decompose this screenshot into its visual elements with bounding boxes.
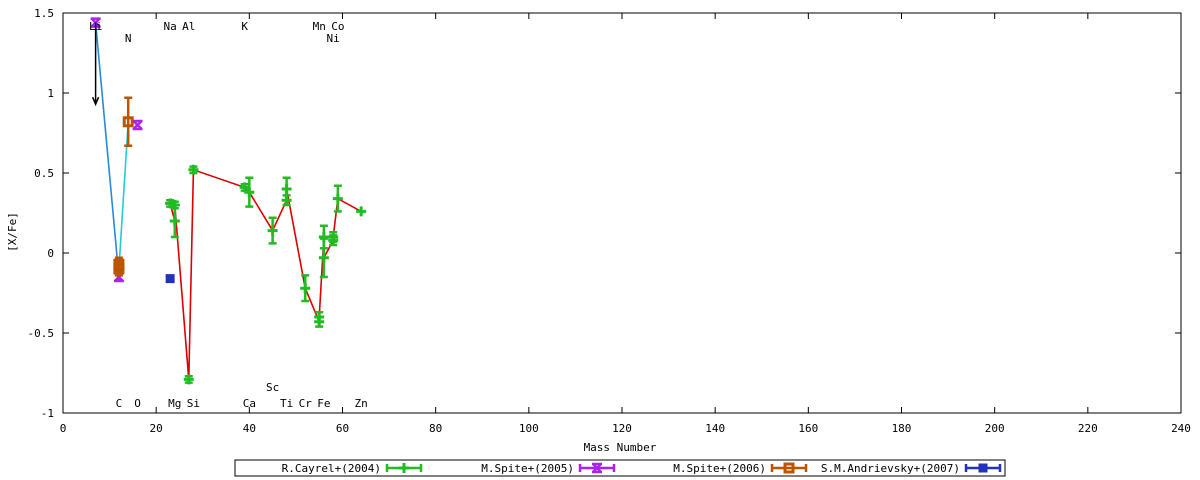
element-label: Si <box>187 397 200 410</box>
element-labels: LiNNa Al K Mn CoNiC O Mg SiScCa Ti Cr Fe Zn <box>89 20 368 410</box>
x-axis-label: Mass Number <box>584 441 657 454</box>
x-tick-label: 240 <box>1171 422 1191 435</box>
x-tick-label: 180 <box>892 422 912 435</box>
x-tick-label: 120 <box>612 422 632 435</box>
point-marker <box>978 463 988 473</box>
element-label: Al <box>182 20 195 33</box>
legend-label: R.Cayrel+(2004) <box>282 462 381 475</box>
data-marks <box>90 17 367 385</box>
y-tick-label: 1 <box>47 87 54 100</box>
x-tick-label: 40 <box>243 422 256 435</box>
x-tick-label: 100 <box>519 422 539 435</box>
series-line <box>94 22 120 278</box>
legend-label: S.M.Andrievsky+(2007) <box>821 462 960 475</box>
x-tick-label: 60 <box>336 422 349 435</box>
x-tick-label: 0 <box>60 422 67 435</box>
x-tick-label: 80 <box>429 422 442 435</box>
legend: R.Cayrel+(2004) M.Spite+(2005) M.Spite+(20… <box>234 459 1006 477</box>
element-label: Mg <box>168 397 181 410</box>
y-tick-label: 0 <box>47 247 54 260</box>
legend-label: M.Spite+(2006) <box>673 462 766 475</box>
y-tick-label: -1 <box>41 407 54 420</box>
y-tick-label: 0.5 <box>34 167 54 180</box>
element-label: Na <box>164 20 177 33</box>
series-line <box>169 168 362 380</box>
point-marker <box>169 216 180 226</box>
point-marker <box>332 193 343 204</box>
element-label: Ni <box>327 32 340 45</box>
point-marker <box>356 206 367 217</box>
element-label: Mn <box>313 20 326 33</box>
element-label: Cr <box>299 397 313 410</box>
y-tick-label: -0.5 <box>28 327 55 340</box>
element-label: K <box>241 20 248 33</box>
chart-canvas: 0 20 40 60 80 100 120 140 160 180 200 220 240 -1 -0.5 0… <box>6 7 1191 477</box>
series-line <box>118 121 130 270</box>
y-axis-label: [X/Fe] <box>6 212 19 252</box>
element-label: Li <box>89 20 102 33</box>
point-marker <box>165 274 175 284</box>
point-marker <box>281 184 292 194</box>
legend-label: M.Spite+(2005) <box>481 462 574 475</box>
element-label: Fe <box>317 397 330 410</box>
point-marker <box>132 119 143 131</box>
x-tick-label: 200 <box>985 422 1005 435</box>
element-label: C <box>116 397 123 410</box>
element-label: Ti <box>280 397 293 410</box>
x-tick-label: 220 <box>1078 422 1098 435</box>
x-tick-label: 20 <box>150 422 163 435</box>
x-tick-label: 140 <box>705 422 725 435</box>
x-tick-label: 160 <box>798 422 818 435</box>
element-label: Ca <box>243 397 256 410</box>
element-label: Zn <box>355 397 368 410</box>
element-label: Sc <box>266 381 279 394</box>
axes: 0 20 40 60 80 100 120 140 160 180 200 220 240 -1 -0.5 0… <box>28 7 1191 435</box>
point-marker <box>318 252 329 263</box>
element-label: N <box>125 32 132 45</box>
point-marker <box>267 225 278 236</box>
plot-frame <box>62 12 1182 414</box>
y-tick-label: 1.5 <box>34 7 54 20</box>
element-label: O <box>134 397 141 410</box>
point-marker <box>300 283 311 294</box>
